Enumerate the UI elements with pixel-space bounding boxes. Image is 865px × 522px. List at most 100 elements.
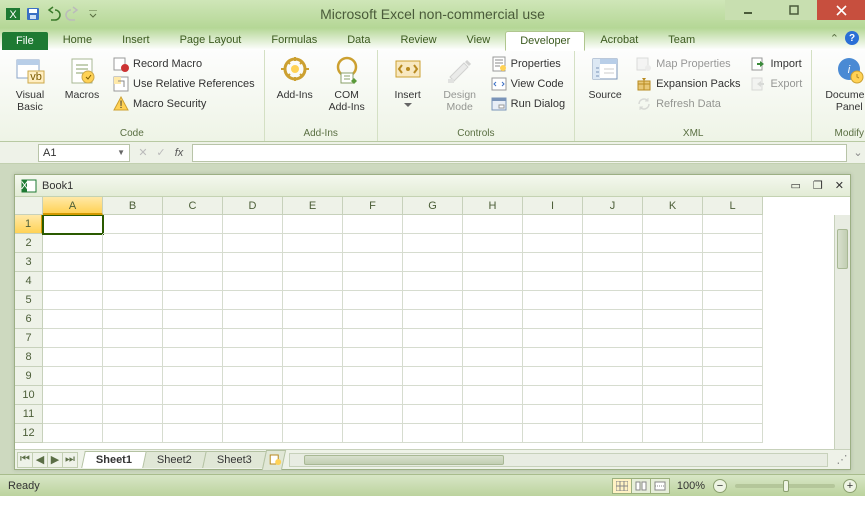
new-sheet-button[interactable] bbox=[262, 450, 286, 470]
cell[interactable] bbox=[43, 291, 103, 310]
first-sheet-icon[interactable]: ⏮ bbox=[17, 452, 33, 468]
column-header[interactable]: J bbox=[583, 197, 643, 215]
cell[interactable] bbox=[403, 386, 463, 405]
cell[interactable] bbox=[703, 253, 763, 272]
cell[interactable] bbox=[643, 234, 703, 253]
cell[interactable] bbox=[643, 310, 703, 329]
cell[interactable] bbox=[403, 272, 463, 291]
insert-control-button[interactable]: Insert bbox=[384, 53, 432, 127]
cell[interactable] bbox=[403, 310, 463, 329]
cell[interactable] bbox=[703, 329, 763, 348]
cell[interactable] bbox=[703, 291, 763, 310]
cell[interactable] bbox=[583, 386, 643, 405]
design-mode-button[interactable]: DesignMode bbox=[436, 53, 484, 127]
cell[interactable] bbox=[403, 291, 463, 310]
close-button[interactable] bbox=[817, 0, 865, 20]
cell[interactable] bbox=[283, 405, 343, 424]
cell[interactable] bbox=[163, 405, 223, 424]
cell[interactable] bbox=[283, 291, 343, 310]
column-header[interactable]: D bbox=[223, 197, 283, 215]
macros-button[interactable]: Macros bbox=[58, 53, 106, 127]
cell[interactable] bbox=[463, 367, 523, 386]
spreadsheet-grid[interactable]: ABCDEFGHIJKL 123456789101112 bbox=[15, 197, 850, 449]
child-minimize-icon[interactable]: ▭ bbox=[791, 179, 801, 192]
column-header[interactable]: C bbox=[163, 197, 223, 215]
cell[interactable] bbox=[523, 367, 583, 386]
chevron-down-icon[interactable]: ▼ bbox=[117, 148, 125, 157]
view-code-button[interactable]: View Code bbox=[488, 75, 568, 93]
cell[interactable] bbox=[223, 348, 283, 367]
cell[interactable] bbox=[403, 253, 463, 272]
row-header[interactable]: 5 bbox=[15, 291, 43, 310]
addins-button[interactable]: Add-Ins bbox=[271, 53, 319, 127]
cell[interactable] bbox=[343, 215, 403, 234]
horizontal-scrollbar[interactable] bbox=[289, 453, 828, 467]
cell[interactable] bbox=[223, 367, 283, 386]
cell[interactable] bbox=[643, 367, 703, 386]
undo-icon[interactable] bbox=[44, 5, 62, 23]
xml-export-button[interactable]: Export bbox=[747, 75, 805, 93]
tab-insert[interactable]: Insert bbox=[107, 30, 165, 50]
cell[interactable] bbox=[583, 234, 643, 253]
row-header[interactable]: 11 bbox=[15, 405, 43, 424]
cell[interactable] bbox=[403, 405, 463, 424]
zoom-out-button[interactable]: − bbox=[713, 479, 727, 493]
cell[interactable] bbox=[283, 367, 343, 386]
cell[interactable] bbox=[343, 234, 403, 253]
cell[interactable] bbox=[523, 405, 583, 424]
document-panel-button[interactable]: i DocumentPanel bbox=[818, 53, 865, 127]
cell[interactable] bbox=[463, 405, 523, 424]
formula-input[interactable] bbox=[192, 144, 847, 162]
cell[interactable] bbox=[583, 253, 643, 272]
maximize-button[interactable] bbox=[771, 0, 817, 20]
fx-icon[interactable]: fx bbox=[170, 144, 188, 162]
column-header[interactable]: E bbox=[283, 197, 343, 215]
cell[interactable] bbox=[343, 348, 403, 367]
cell[interactable] bbox=[583, 291, 643, 310]
cell[interactable] bbox=[223, 253, 283, 272]
excel-app-icon[interactable]: X bbox=[4, 5, 22, 23]
cell[interactable] bbox=[403, 234, 463, 253]
cell[interactable] bbox=[223, 386, 283, 405]
column-header[interactable]: L bbox=[703, 197, 763, 215]
row-header[interactable]: 10 bbox=[15, 386, 43, 405]
cell[interactable] bbox=[343, 329, 403, 348]
child-restore-icon[interactable]: ❐ bbox=[813, 179, 823, 192]
cell[interactable] bbox=[163, 253, 223, 272]
vertical-scrollbar[interactable] bbox=[834, 215, 850, 449]
save-icon[interactable] bbox=[24, 5, 42, 23]
cell[interactable] bbox=[283, 386, 343, 405]
cell[interactable] bbox=[163, 291, 223, 310]
cell[interactable] bbox=[103, 348, 163, 367]
visual-basic-button[interactable]: vb VisualBasic bbox=[6, 53, 54, 127]
cell[interactable] bbox=[223, 234, 283, 253]
tab-developer[interactable]: Developer bbox=[505, 31, 585, 51]
cell[interactable] bbox=[343, 253, 403, 272]
map-properties-button[interactable]: Map Properties bbox=[633, 55, 743, 73]
next-sheet-icon[interactable]: ▶ bbox=[47, 452, 63, 468]
cell[interactable] bbox=[463, 291, 523, 310]
cell[interactable] bbox=[43, 367, 103, 386]
cell[interactable] bbox=[43, 215, 103, 234]
cell[interactable] bbox=[643, 424, 703, 443]
cell[interactable] bbox=[643, 386, 703, 405]
cell[interactable] bbox=[403, 215, 463, 234]
cell[interactable] bbox=[283, 234, 343, 253]
tab-page-layout[interactable]: Page Layout bbox=[165, 30, 257, 50]
cell[interactable] bbox=[283, 272, 343, 291]
cell[interactable] bbox=[703, 215, 763, 234]
tab-data[interactable]: Data bbox=[332, 30, 385, 50]
com-addins-button[interactable]: COMAdd-Ins bbox=[323, 53, 371, 127]
cell[interactable] bbox=[463, 348, 523, 367]
cell[interactable] bbox=[463, 310, 523, 329]
cell[interactable] bbox=[463, 329, 523, 348]
cell[interactable] bbox=[523, 272, 583, 291]
cell[interactable] bbox=[523, 329, 583, 348]
cell[interactable] bbox=[643, 405, 703, 424]
cell[interactable] bbox=[643, 253, 703, 272]
cell[interactable] bbox=[283, 215, 343, 234]
cell[interactable] bbox=[103, 253, 163, 272]
cell[interactable] bbox=[523, 215, 583, 234]
cell[interactable] bbox=[463, 386, 523, 405]
cell[interactable] bbox=[43, 329, 103, 348]
